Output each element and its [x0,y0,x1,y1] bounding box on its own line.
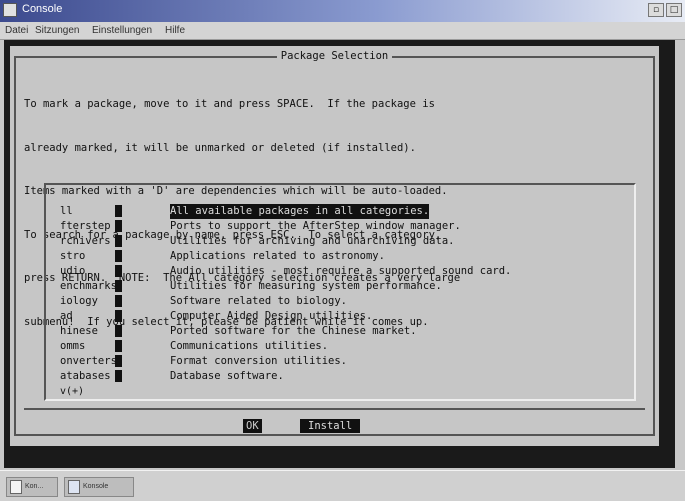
taskbar: Kon... Konsole [0,470,685,501]
button-bar-divider [24,408,645,410]
list-item-archivers[interactable]: rchivers Utilities for archiving and unar… [52,219,632,247]
dialog-title: Package Selection [10,50,659,62]
package-selection-dialog: Package Selection To mark a package, mov… [10,46,659,446]
maximize-button[interactable]: □ [666,3,682,17]
menu-datei[interactable]: Datei [5,25,28,36]
menu-einstellungen[interactable]: Einstellungen [92,25,152,36]
list-item-benchmarks[interactable]: enchmarks Utilities for measuring system … [52,264,632,292]
terminal-icon [68,480,80,494]
ok-button[interactable]: OK [243,419,262,433]
list-item-databases[interactable]: atabases Database software. [52,354,632,382]
instruction-line: already marked, it will be unmarked or d… [24,141,416,154]
taskbar-item-label: Konsole [83,483,109,490]
taskbar-item-konsole[interactable]: Konsole [64,477,134,497]
minimize-button[interactable]: ▫ [648,3,664,17]
list-item-converters[interactable]: onverters Format conversion utilities. [52,339,632,367]
document-icon [10,480,22,494]
list-item-chinese[interactable]: hinese Ported software for the Chinese ma… [52,309,632,337]
dialog-title-text: Package Selection [276,50,393,62]
item-desc: Database software. [170,370,284,382]
list-item-audio[interactable]: udio Audio utilities - most require a sup… [52,249,632,277]
hotkey-marker [115,370,123,382]
menu-sitzungen[interactable]: Sitzungen [35,25,79,36]
list-item-cad[interactable]: ad Computer Aided Design utilities. [52,294,632,322]
scroll-more-indicator: v(+) [60,386,85,397]
console-window: Console ▫ □ Datei Sitzungen Einstellunge… [0,0,685,468]
instruction-line: To mark a package, move to it and press … [24,98,435,110]
item-tag: atabases [60,370,111,382]
list-item-biology[interactable]: iology Software related to biology. [52,279,632,307]
menu-hilfe[interactable]: Hilfe [165,25,185,36]
terminal-area[interactable]: Package Selection To mark a package, mov… [4,40,675,468]
window-title: Console [22,3,63,15]
menu-bar: Datei Sitzungen Einstellungen Hilfe [0,22,685,40]
list-item-comms[interactable]: omms Communications utilities. [52,324,632,352]
title-bar[interactable]: Console ▫ □ [0,0,685,22]
taskbar-item-file-manager[interactable]: Kon... [6,477,58,497]
list-item-astro[interactable]: stro Applications related to astronomy. [52,234,632,262]
category-list[interactable]: ll All available packages in all categori… [44,183,636,401]
taskbar-item-label: Kon... [25,483,44,490]
list-item-afterstep[interactable]: fterstep Ports to support the AfterStep w… [52,204,632,232]
list-item-all[interactable]: ll All available packages in all categori… [52,189,632,219]
konsole-app-icon[interactable] [3,3,17,17]
install-button[interactable]: Install [300,419,361,433]
